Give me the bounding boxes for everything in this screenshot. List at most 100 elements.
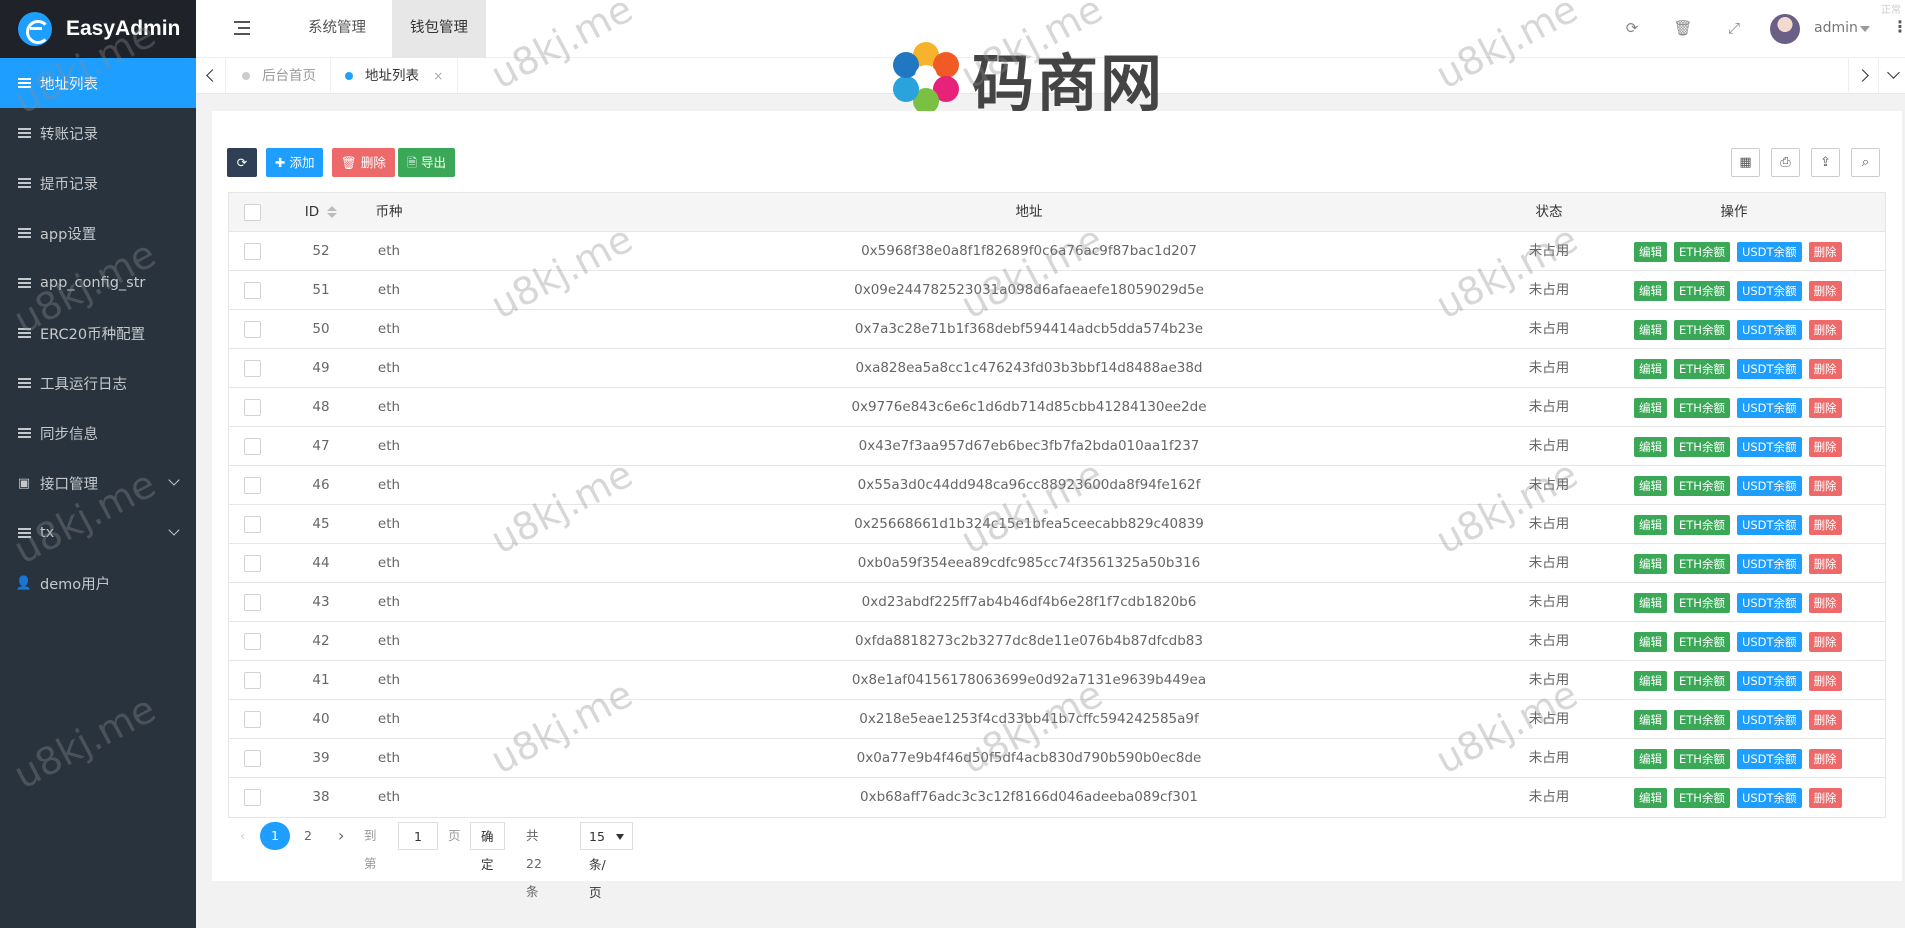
edit-button[interactable]: 编辑	[1634, 398, 1667, 418]
edit-button[interactable]: 编辑	[1634, 320, 1667, 340]
usdt-balance-button[interactable]: USDT余额	[1736, 710, 1802, 730]
usdt-balance-button[interactable]: USDT余额	[1736, 632, 1802, 652]
more-icon[interactable]: ⋮	[1892, 17, 1905, 36]
tab-wallet-management[interactable]: 钱包管理	[392, 0, 486, 58]
usdt-balance-button[interactable]: USDT余额	[1736, 788, 1802, 808]
sidebar-item-4[interactable]: app_config_str	[0, 258, 196, 308]
eth-balance-button[interactable]: ETH余额	[1674, 554, 1730, 574]
page-tab-address-list[interactable]: 地址列表 ×	[329, 58, 459, 94]
column-header-id[interactable]: ID	[291, 193, 351, 232]
eth-balance-button[interactable]: ETH余额	[1674, 476, 1730, 496]
usdt-balance-button[interactable]: USDT余额	[1736, 476, 1802, 496]
edit-button[interactable]: 编辑	[1634, 281, 1667, 301]
row-delete-button[interactable]: 删除	[1808, 242, 1842, 262]
avatar[interactable]	[1770, 14, 1800, 44]
edit-button[interactable]: 编辑	[1634, 671, 1667, 691]
select-all-checkbox[interactable]	[244, 204, 261, 221]
next-page-icon[interactable]: ›	[338, 822, 344, 850]
tabs-dropdown-icon[interactable]	[1878, 58, 1905, 94]
edit-button[interactable]: 编辑	[1634, 632, 1667, 652]
row-checkbox[interactable]	[244, 633, 261, 650]
usdt-balance-button[interactable]: USDT余额	[1736, 515, 1802, 535]
row-checkbox[interactable]	[244, 360, 261, 377]
export-file-icon[interactable]: ⇪	[1811, 148, 1840, 177]
tabs-scroll-right-icon[interactable]	[1848, 58, 1878, 94]
edit-button[interactable]: 编辑	[1634, 476, 1667, 496]
eth-balance-button[interactable]: ETH余额	[1674, 515, 1730, 535]
print-icon[interactable]: ⎙	[1771, 148, 1800, 177]
prev-page-icon[interactable]: ‹	[240, 822, 245, 850]
user-name[interactable]: admin	[1814, 20, 1858, 36]
row-checkbox[interactable]	[244, 282, 261, 299]
edit-button[interactable]: 编辑	[1634, 710, 1667, 730]
usdt-balance-button[interactable]: USDT余额	[1736, 242, 1802, 262]
sidebar-item-3[interactable]: app设置	[0, 208, 196, 258]
fullscreen-icon[interactable]: ⤢	[1724, 18, 1744, 38]
row-delete-button[interactable]: 删除	[1808, 710, 1842, 730]
row-delete-button[interactable]: 删除	[1808, 359, 1842, 379]
row-delete-button[interactable]: 删除	[1808, 632, 1842, 652]
goto-page-input[interactable]: 1	[398, 822, 438, 850]
row-checkbox[interactable]	[244, 438, 261, 455]
page-size-select[interactable]: 15 条/页	[580, 822, 633, 900]
caret-down-icon[interactable]	[1860, 26, 1870, 32]
sidebar-item-0[interactable]: 地址列表	[0, 58, 196, 108]
row-checkbox[interactable]	[244, 399, 261, 416]
logo[interactable]: EasyAdmin	[0, 0, 196, 58]
usdt-balance-button[interactable]: USDT余额	[1736, 671, 1802, 691]
row-checkbox[interactable]	[244, 594, 261, 611]
row-delete-button[interactable]: 删除	[1808, 554, 1842, 574]
row-checkbox[interactable]	[244, 789, 261, 806]
export-button[interactable]: 🗎 导出	[398, 148, 456, 177]
columns-icon[interactable]: ▦	[1731, 148, 1760, 177]
edit-button[interactable]: 编辑	[1634, 593, 1667, 613]
usdt-balance-button[interactable]: USDT余额	[1736, 593, 1802, 613]
eth-balance-button[interactable]: ETH余额	[1674, 359, 1730, 379]
row-delete-button[interactable]: 删除	[1808, 398, 1842, 418]
sidebar-item-10[interactable]: 👤 demo用户	[0, 558, 196, 608]
row-delete-button[interactable]: 删除	[1808, 671, 1842, 691]
usdt-balance-button[interactable]: USDT余额	[1736, 437, 1802, 457]
edit-button[interactable]: 编辑	[1634, 437, 1667, 457]
eth-balance-button[interactable]: ETH余额	[1674, 281, 1730, 301]
eth-balance-button[interactable]: ETH余额	[1674, 710, 1730, 730]
usdt-balance-button[interactable]: USDT余额	[1736, 398, 1802, 418]
sidebar-item-5[interactable]: ERC20币种配置	[0, 308, 196, 358]
edit-button[interactable]: 编辑	[1634, 515, 1667, 535]
trash-icon[interactable]: 🗑	[1673, 18, 1693, 38]
row-delete-button[interactable]: 删除	[1808, 593, 1842, 613]
eth-balance-button[interactable]: ETH余额	[1674, 593, 1730, 613]
row-delete-button[interactable]: 删除	[1808, 749, 1842, 769]
eth-balance-button[interactable]: ETH余额	[1674, 398, 1730, 418]
edit-button[interactable]: 编辑	[1634, 359, 1667, 379]
eth-balance-button[interactable]: ETH余额	[1674, 671, 1730, 691]
row-delete-button[interactable]: 删除	[1808, 281, 1842, 301]
sidebar-item-6[interactable]: 工具运行日志	[0, 358, 196, 408]
usdt-balance-button[interactable]: USDT余额	[1736, 320, 1802, 340]
goto-confirm-button[interactable]: 确定	[470, 822, 505, 872]
close-icon[interactable]: ×	[433, 69, 443, 83]
edit-button[interactable]: 编辑	[1634, 242, 1667, 262]
page-2[interactable]: 2	[304, 822, 312, 850]
refresh-icon[interactable]: ⟳	[1622, 18, 1642, 38]
tabs-scroll-left-icon[interactable]	[196, 58, 226, 94]
edit-button[interactable]: 编辑	[1634, 749, 1667, 769]
usdt-balance-button[interactable]: USDT余额	[1736, 359, 1802, 379]
sidebar-item-7[interactable]: 同步信息	[0, 408, 196, 458]
page-tab-home[interactable]: 后台首页	[226, 58, 331, 94]
row-checkbox[interactable]	[244, 516, 261, 533]
tab-system-management[interactable]: 系统管理	[290, 0, 384, 58]
eth-balance-button[interactable]: ETH余额	[1674, 437, 1730, 457]
usdt-balance-button[interactable]: USDT余额	[1736, 554, 1802, 574]
row-checkbox[interactable]	[244, 672, 261, 689]
eth-balance-button[interactable]: ETH余额	[1674, 788, 1730, 808]
sidebar-item-1[interactable]: 转账记录	[0, 108, 196, 158]
row-checkbox[interactable]	[244, 477, 261, 494]
eth-balance-button[interactable]: ETH余额	[1674, 632, 1730, 652]
menu-toggle-icon[interactable]	[234, 21, 250, 35]
row-delete-button[interactable]: 删除	[1808, 437, 1842, 457]
row-checkbox[interactable]	[244, 321, 261, 338]
eth-balance-button[interactable]: ETH余额	[1674, 749, 1730, 769]
edit-button[interactable]: 编辑	[1634, 788, 1667, 808]
row-delete-button[interactable]: 删除	[1808, 476, 1842, 496]
